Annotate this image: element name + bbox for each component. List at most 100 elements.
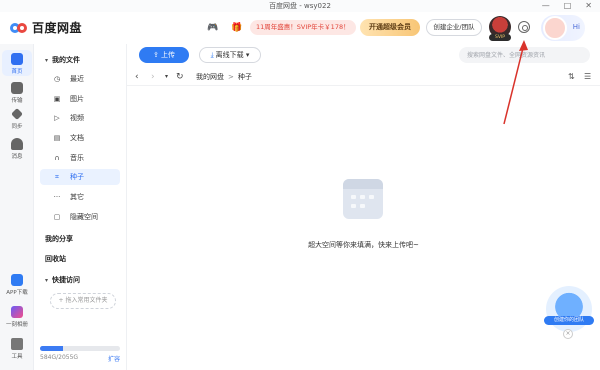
nav-item-label: 文档	[70, 134, 84, 142]
quick-access-header[interactable]: ▾ 快捷访问	[45, 275, 80, 285]
nav-item-videos[interactable]: ▷ 视频	[40, 110, 120, 126]
rail-label: 首页	[11, 69, 23, 75]
rail-label: 消息	[11, 154, 23, 160]
promo-banner[interactable]: 11周年盛惠！SVIP年卡￥178！	[250, 20, 356, 35]
app-download-icon	[11, 274, 23, 286]
collapse-caret-icon: ▾	[45, 57, 49, 64]
home-icon	[11, 53, 23, 65]
my-files-header[interactable]: ▾ 我的文件	[45, 55, 80, 65]
list-view-icon[interactable]: ☰	[584, 72, 591, 81]
rail-label: 工具	[11, 354, 23, 360]
hi-text: Hi	[572, 23, 580, 31]
nav-item-recent[interactable]: ◷ 最近	[40, 71, 120, 87]
rail-item-sync[interactable]: 同步	[2, 108, 32, 130]
nav-item-label: 音乐	[70, 154, 84, 162]
rail-item-transfer[interactable]: 传输	[2, 82, 32, 104]
refresh-icon[interactable]: ↻	[176, 70, 184, 84]
transfer-icon	[11, 82, 23, 94]
nav-item-label: 种子	[70, 173, 84, 181]
assistant-greeting[interactable]: Hi	[541, 15, 585, 41]
offline-download-button[interactable]: ⤓ 离线下载 ▾	[199, 47, 261, 63]
left-rail: 首页 传输 同步 消息 APP下载 一刻相册 工具	[0, 44, 34, 370]
history-dropdown-icon[interactable]: ▾	[165, 70, 168, 84]
headphones-icon: ∩	[54, 154, 60, 162]
close-button[interactable]: ✕	[585, 0, 592, 12]
message-icon	[11, 138, 23, 150]
offline-download-label: 离线下载	[215, 51, 244, 59]
rail-label: 一刻相册	[5, 322, 28, 328]
path-toolbar: ‹ › ▾ ↻ 我的网盘 > 种子 ⇅ ☰	[127, 70, 600, 86]
sort-icon[interactable]: ⇅	[568, 72, 575, 81]
maximize-button[interactable]: □	[564, 0, 572, 12]
nav-item-documents[interactable]: ▤ 文档	[40, 130, 120, 146]
search-input[interactable]	[459, 47, 590, 63]
tools-icon	[11, 338, 23, 350]
assistant-avatar-icon	[543, 16, 567, 40]
chevron-down-icon: ▾	[243, 51, 250, 59]
breadcrumb: 我的网盘 > 种子	[196, 72, 252, 82]
storage-usage-text: 584G/2055G	[40, 354, 79, 361]
rail-item-home[interactable]: 首页	[2, 50, 32, 76]
nav-item-label: 其它	[70, 193, 84, 201]
quick-access-label: 快捷访问	[52, 276, 81, 284]
clock-icon: ◷	[53, 75, 61, 83]
breadcrumb-separator-icon: >	[228, 73, 234, 81]
gift-icon[interactable]: 🎁	[231, 23, 242, 33]
storage-progress-fill	[40, 346, 63, 351]
minimize-button[interactable]: —	[542, 0, 550, 12]
video-icon: ▷	[54, 114, 60, 122]
rail-item-tools[interactable]: 工具	[2, 338, 32, 360]
nav-item-seeds[interactable]: ⌗ 种子	[40, 169, 120, 185]
more-icon: ···	[53, 193, 61, 201]
nav-item-hidden-space[interactable]: ▢ 隐藏空间	[40, 209, 120, 225]
app-name: 百度网盘	[32, 21, 83, 35]
nav-item-label: 图片	[70, 95, 84, 103]
app-logo[interactable]: 百度网盘	[10, 19, 82, 36]
breadcrumb-current: 种子	[237, 73, 252, 81]
back-arrow-icon[interactable]: ‹	[135, 70, 139, 84]
settings-gear-icon[interactable]	[518, 21, 530, 33]
window-titlebar: 百度网盘 - wsy022 — □ ✕	[0, 0, 600, 12]
create-enterprise-button[interactable]: 创建企业/团队	[426, 19, 482, 36]
download-icon: ⤓	[210, 51, 214, 59]
breadcrumb-root[interactable]: 我的网盘	[196, 73, 224, 81]
image-icon: ▣	[53, 95, 61, 103]
cloud-logo-icon	[10, 21, 28, 35]
nav-item-others[interactable]: ··· 其它	[40, 189, 120, 205]
rail-item-album[interactable]: 一刻相册	[2, 306, 32, 328]
sync-icon	[11, 108, 23, 120]
expand-storage-link[interactable]: 扩容	[108, 354, 120, 363]
window-title: 百度网盘 - wsy022	[269, 2, 331, 10]
team-promo-badge-icon[interactable]	[546, 286, 592, 332]
upload-label: 上传	[161, 51, 176, 59]
drag-folder-dropzone[interactable]: + 拖入常用文件夹	[50, 293, 116, 309]
file-nav-panel: ▾ 我的文件 ◷ 最近 ▣ 图片 ▷ 视频 ▤ 文档 ∩ 音乐 ⌗ 种子 ··· 其它 ▢ 隐藏空…	[34, 44, 127, 370]
forward-arrow-icon[interactable]: ›	[151, 70, 155, 84]
rail-label: 同步	[11, 124, 23, 130]
rail-label: APP下载	[6, 290, 28, 296]
my-shares-link[interactable]: 我的分享	[45, 234, 73, 244]
album-icon	[11, 306, 23, 318]
nav-item-images[interactable]: ▣ 图片	[40, 91, 120, 107]
empty-calendar-icon	[343, 179, 383, 219]
game-controller-icon[interactable]: 🎮	[207, 23, 218, 33]
storage-progress-bar	[40, 346, 120, 351]
rail-item-app-download[interactable]: APP下载	[2, 274, 32, 296]
open-vip-button[interactable]: 开通超级会员	[360, 19, 420, 36]
recycle-bin-link[interactable]: 回收站	[45, 254, 66, 264]
my-files-label: 我的文件	[52, 56, 81, 64]
upload-icon: ⇪	[152, 51, 162, 59]
document-icon: ▤	[53, 134, 61, 142]
top-header: 百度网盘 🎮 🎁 11周年盛惠！SVIP年卡￥178！ 开通超级会员 创建企业/…	[0, 12, 600, 44]
close-badge-icon[interactable]: ×	[563, 329, 573, 339]
lock-icon: ▢	[53, 213, 61, 221]
upload-button[interactable]: ⇪ 上传	[139, 47, 189, 63]
nav-item-label: 最近	[70, 75, 84, 83]
nav-item-music[interactable]: ∩ 音乐	[40, 150, 120, 166]
create-team-label[interactable]: 创建你的团队	[544, 316, 594, 325]
seed-icon: ⌗	[55, 173, 59, 181]
nav-item-label: 隐藏空间	[70, 213, 98, 221]
nav-item-label: 视频	[70, 114, 84, 122]
collapse-caret-icon: ▾	[45, 277, 49, 284]
rail-item-messages[interactable]: 消息	[2, 138, 32, 160]
